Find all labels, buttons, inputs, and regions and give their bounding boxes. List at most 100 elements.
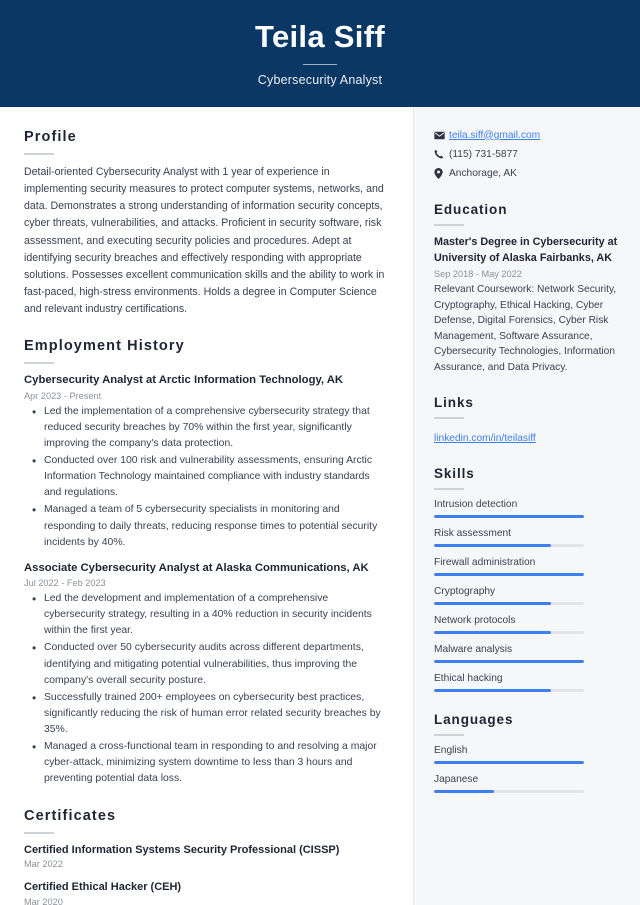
education-section: Education Master's Degree in Cybersecuri… bbox=[434, 202, 618, 375]
certificate-entry: Certified Information Systems Security P… bbox=[24, 843, 387, 870]
sidebar-column: teila.siff@gmail.com (115) 731-5877 Anch… bbox=[413, 107, 640, 905]
language-label: English bbox=[434, 745, 468, 757]
certificate-name: Certified Ethical Hacker (CEH) bbox=[24, 881, 182, 894]
job-bullet: Conducted over 100 risk and vulnerabilit… bbox=[24, 452, 387, 501]
candidate-job-title: Cybersecurity Analyst bbox=[257, 72, 383, 87]
certificate-name: Certified Information Systems Security P… bbox=[24, 843, 340, 856]
education-date: Sep 2018 - May 2022 bbox=[434, 269, 522, 280]
certificates-heading: Certificates bbox=[24, 807, 117, 824]
resume-page: Teila Siff Cybersecurity Analyst Profile… bbox=[0, 0, 640, 905]
skill-label: Cryptography bbox=[434, 586, 496, 598]
language-item: Japanese bbox=[434, 774, 618, 794]
contact-location: Anchorage, AK bbox=[449, 167, 517, 179]
skill-item: Firewall administration bbox=[434, 557, 618, 577]
skill-bar-fill bbox=[434, 689, 551, 693]
skill-bar-fill bbox=[434, 544, 551, 548]
employment-heading: Employment History bbox=[24, 338, 185, 355]
language-label: Japanese bbox=[434, 774, 479, 786]
languages-heading: Languages bbox=[434, 712, 514, 728]
links-heading: Links bbox=[434, 395, 474, 411]
resume-body: Profile Detail-oriented Cybersecurity An… bbox=[0, 107, 640, 905]
certificate-date: Mar 2020 bbox=[24, 897, 63, 905]
contact-phone: (115) 731-5877 bbox=[449, 148, 518, 160]
skills-section: Skills Intrusion detection Risk assessme… bbox=[434, 466, 618, 693]
skill-label: Firewall administration bbox=[434, 557, 536, 569]
envelope-icon bbox=[434, 131, 449, 140]
skill-bar-track bbox=[434, 689, 584, 693]
contact-email[interactable]: teila.siff@gmail.com bbox=[449, 130, 540, 141]
job-date: Jul 2022 - Feb 2023 bbox=[24, 578, 106, 589]
education-heading: Education bbox=[434, 202, 508, 217]
education-description: Relevant Coursework: Network Security, C… bbox=[434, 284, 617, 373]
job-date: Apr 2023 - Present bbox=[24, 390, 102, 401]
language-bar-track bbox=[434, 761, 584, 765]
section-underline bbox=[434, 734, 464, 737]
certificates-section: Certificates Certified Information Syste… bbox=[24, 808, 387, 905]
profile-text: Detail-oriented Cybersecurity Analyst wi… bbox=[24, 166, 385, 316]
job-title: Cybersecurity Analyst at Arctic Informat… bbox=[24, 374, 344, 387]
contact-row-phone: (115) 731-5877 bbox=[434, 147, 618, 161]
language-bar-fill bbox=[434, 761, 584, 765]
job-bullets: Led the development and implementation o… bbox=[24, 590, 387, 788]
job-bullets: Led the implementation of a comprehensiv… bbox=[24, 403, 387, 551]
skill-label: Malware analysis bbox=[434, 644, 513, 656]
skill-label: Risk assessment bbox=[434, 528, 511, 540]
language-item: English bbox=[434, 745, 618, 765]
employment-section: Employment History Cybersecurity Analyst… bbox=[24, 338, 387, 787]
job-bullet: Successfully trained 200+ employees on c… bbox=[24, 689, 387, 738]
link-linkedin[interactable]: linkedin.com/in/teilasiff bbox=[434, 433, 536, 444]
skills-heading: Skills bbox=[434, 466, 475, 482]
language-bar-fill bbox=[434, 790, 494, 794]
skill-bar-fill bbox=[434, 660, 584, 664]
section-underline bbox=[434, 224, 464, 226]
certificate-date: Mar 2022 bbox=[24, 859, 63, 870]
skill-bar-fill bbox=[434, 515, 584, 519]
section-underline bbox=[24, 362, 54, 365]
contact-row-email[interactable]: teila.siff@gmail.com bbox=[434, 128, 618, 142]
candidate-name: Teila Siff bbox=[255, 19, 385, 55]
profile-section: Profile Detail-oriented Cybersecurity An… bbox=[24, 129, 387, 318]
job-bullet: Managed a cross-functional team in respo… bbox=[24, 738, 387, 787]
skill-item: Cryptography bbox=[434, 586, 618, 606]
job-entry: Associate Cybersecurity Analyst at Alask… bbox=[24, 561, 387, 788]
language-bar-track bbox=[434, 790, 584, 794]
skill-item: Risk assessment bbox=[434, 528, 618, 548]
skill-bar-fill bbox=[434, 602, 551, 606]
section-underline bbox=[24, 831, 54, 834]
resume-header: Teila Siff Cybersecurity Analyst bbox=[0, 0, 640, 107]
skill-bar-track bbox=[434, 515, 584, 519]
skill-bar-fill bbox=[434, 573, 584, 577]
job-bullet: Conducted over 50 cybersecurity audits a… bbox=[24, 639, 387, 688]
skill-item: Network protocols bbox=[434, 615, 618, 635]
skill-bar-track bbox=[434, 544, 584, 548]
skill-bar-track bbox=[434, 631, 584, 635]
skill-bar-track bbox=[434, 573, 584, 577]
job-title: Associate Cybersecurity Analyst at Alask… bbox=[24, 561, 369, 574]
section-underline bbox=[24, 153, 54, 155]
certificate-entry: Certified Ethical Hacker (CEH) Mar 2020 bbox=[24, 880, 387, 905]
job-bullet: Led the implementation of a comprehensiv… bbox=[24, 403, 387, 452]
skill-item: Intrusion detection bbox=[434, 499, 618, 519]
skill-bar-track bbox=[434, 660, 584, 664]
header-divider bbox=[303, 63, 337, 65]
languages-section: Languages English Japanese bbox=[434, 712, 618, 794]
phone-icon bbox=[434, 149, 449, 159]
profile-heading: Profile bbox=[24, 129, 77, 145]
contact-row-location: Anchorage, AK bbox=[434, 166, 618, 180]
job-bullet: Managed a team of 5 cybersecurity specia… bbox=[24, 501, 387, 550]
skill-label: Intrusion detection bbox=[434, 499, 518, 511]
skill-label: Ethical hacking bbox=[434, 673, 503, 685]
job-bullet: Led the development and implementation o… bbox=[24, 590, 387, 639]
skill-bar-track bbox=[434, 602, 584, 606]
links-section: Links linkedin.com/in/teilasiff bbox=[434, 395, 618, 446]
skill-label: Network protocols bbox=[434, 615, 516, 627]
job-entry: Cybersecurity Analyst at Arctic Informat… bbox=[24, 373, 387, 550]
skill-item: Malware analysis bbox=[434, 644, 618, 664]
section-underline bbox=[434, 417, 464, 420]
location-pin-icon bbox=[434, 167, 449, 179]
section-underline bbox=[434, 488, 464, 491]
contact-list: teila.siff@gmail.com (115) 731-5877 Anch… bbox=[434, 128, 618, 180]
skill-bar-fill bbox=[434, 631, 551, 635]
education-degree: Master's Degree in Cybersecurity at Univ… bbox=[434, 236, 618, 264]
main-column: Profile Detail-oriented Cybersecurity An… bbox=[0, 107, 413, 905]
